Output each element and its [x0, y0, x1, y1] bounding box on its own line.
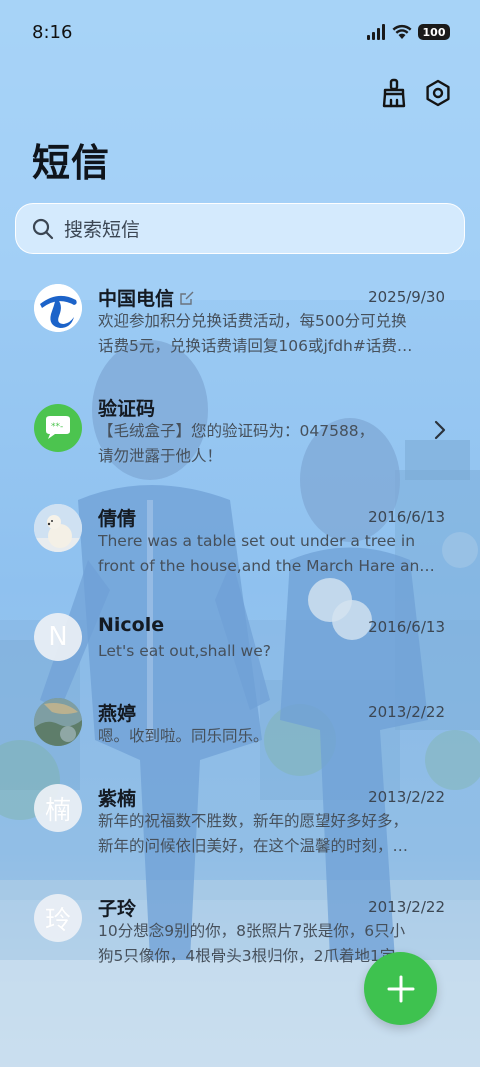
battery-icon: 100: [418, 24, 450, 40]
avatar: 玲: [34, 894, 82, 942]
avatar: 楠: [34, 784, 82, 832]
new-message-button[interactable]: [364, 952, 437, 1025]
broom-icon: [382, 78, 406, 108]
svg-text:**-: **-: [51, 422, 63, 432]
settings-icon: [426, 79, 450, 107]
message-preview-line: front of the house,and the March Hare an…: [98, 557, 435, 575]
message-preview-line: 欢迎参加积分兑换话费活动，每500分可兑换: [98, 312, 407, 330]
message-preview-line: 新年的祝福数不胜数，新年的愿望好多好多，: [98, 812, 409, 830]
sender-name: 子玲: [98, 898, 137, 920]
status-bar: 8:16 100: [0, 0, 480, 68]
message-preview-line: 【毛绒盒子】您的验证码为：047588，: [98, 422, 375, 440]
message-preview-line: There was a table set out under a tree i…: [98, 532, 416, 550]
sender-name: 燕婷: [98, 703, 137, 725]
signal-icon: [367, 24, 385, 40]
message-date: 2013/2/22: [368, 898, 445, 916]
polar-bear-photo: [34, 504, 82, 552]
settings-button[interactable]: [421, 76, 455, 110]
search-placeholder: 搜索短信: [64, 219, 141, 241]
sender-name: 紫楠: [98, 788, 137, 810]
wifi-icon: [392, 24, 412, 39]
china-telecom-logo: [34, 284, 82, 332]
message-date: 2016/6/13: [368, 618, 445, 636]
conversation-item[interactable]: 中国电信 2025/9/30 欢迎参加积分兑换话费活动，每500分可兑换 话费5…: [0, 272, 480, 372]
message-date: 2025/9/30: [368, 288, 445, 306]
message-preview-line: 嗯。收到啦。同乐同乐。: [98, 727, 269, 745]
edit-icon: [180, 291, 194, 305]
message-date: 2016/6/13: [368, 508, 445, 526]
conversation-item[interactable]: N Nicole 2016/6/13 Let's eat out,shall w…: [0, 602, 480, 677]
plus-icon: [387, 975, 414, 1002]
sender-name: 验证码: [98, 398, 156, 420]
conversation-item[interactable]: 燕婷 2013/2/22 嗯。收到啦。同乐同乐。: [0, 687, 480, 762]
message-date: 2013/2/22: [368, 788, 445, 806]
clean-button[interactable]: [377, 76, 411, 110]
message-preview-line: 新年的问候依旧美好，在这个温馨的时刻，…: [98, 837, 409, 855]
status-time: 8:16: [32, 22, 73, 43]
avatar: N: [34, 613, 82, 661]
conversation-item[interactable]: **- 验证码 【毛绒盒子】您的验证码为：047588， 请勿泄露于他人！: [0, 382, 480, 482]
landscape-photo: [34, 698, 82, 746]
conversation-item[interactable]: 楠 紫楠 2013/2/22 新年的祝福数不胜数，新年的愿望好多好多， 新年的问…: [0, 772, 480, 872]
page-title: 短信: [32, 141, 111, 185]
status-icons: 100: [366, 24, 450, 40]
message-preview-line: 请勿泄露于他人！: [98, 447, 223, 465]
message-preview-line: Let's eat out,shall we?: [98, 642, 271, 660]
message-bubble-icon: **-: [34, 404, 82, 452]
chevron-right-icon[interactable]: [434, 420, 446, 440]
search-icon: [32, 218, 54, 239]
sender-name: Nicole: [98, 614, 165, 636]
message-date: 2013/2/22: [368, 703, 445, 721]
search-bar[interactable]: 搜索短信: [15, 203, 465, 254]
message-preview-line: 10分想念9别的你，8张照片7张是你，6只小: [98, 922, 406, 940]
sender-name: 倩倩: [98, 508, 137, 530]
conversation-item[interactable]: 倩倩 2016/6/13 There was a table set out u…: [0, 492, 480, 592]
sender-name: 中国电信: [98, 284, 195, 311]
message-preview-line: 话费5元，兑换话费请回复106或jfdh#话费…: [98, 337, 413, 355]
